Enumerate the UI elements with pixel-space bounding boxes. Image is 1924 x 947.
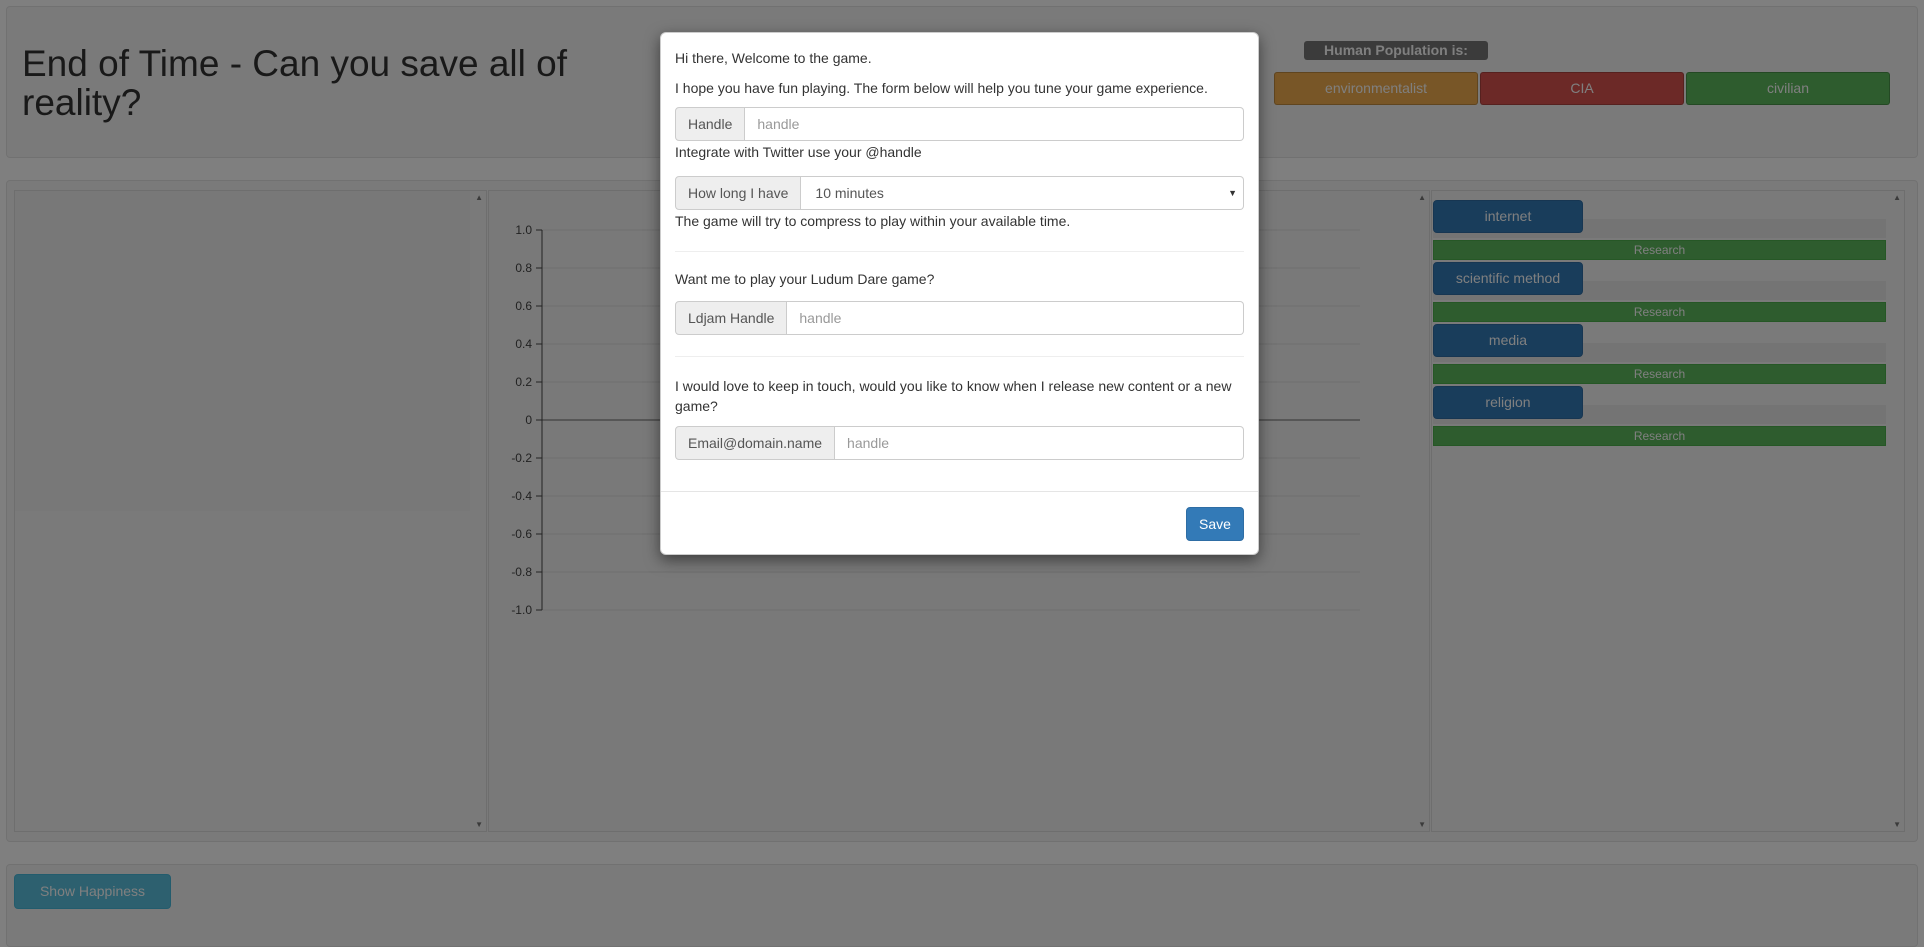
time-input-group: How long I have 10 minutes ▼ bbox=[675, 176, 1244, 210]
settings-modal: Hi there, Welcome to the game. I hope yo… bbox=[660, 32, 1259, 555]
ldjam-question-text: Want me to play your Ludum Dare game? bbox=[675, 271, 935, 287]
handle-input[interactable] bbox=[745, 107, 1244, 141]
ldjam-input-group: Ldjam Handle bbox=[675, 301, 1244, 335]
time-select[interactable]: 10 minutes ▼ bbox=[801, 176, 1244, 210]
ldjam-handle-input[interactable] bbox=[787, 301, 1244, 335]
divider bbox=[675, 251, 1244, 252]
handle-help-text: Integrate with Twitter use your @handle bbox=[675, 144, 922, 160]
divider bbox=[675, 356, 1244, 357]
time-addon: How long I have bbox=[675, 176, 802, 210]
email-input[interactable] bbox=[835, 426, 1244, 460]
time-help-text: The game will try to compress to play wi… bbox=[675, 213, 1071, 229]
save-button[interactable]: Save bbox=[1186, 507, 1244, 541]
modal-footer-divider bbox=[661, 491, 1258, 492]
intro-text: I hope you have fun playing. The form be… bbox=[675, 80, 1208, 96]
keep-in-touch-text: I would love to keep in touch, would you… bbox=[675, 378, 1232, 414]
handle-addon: Handle bbox=[675, 107, 746, 141]
welcome-text: Hi there, Welcome to the game. bbox=[675, 50, 872, 66]
email-addon: Email@domain.name bbox=[675, 426, 836, 460]
time-select-value: 10 minutes bbox=[815, 185, 884, 201]
chevron-down-icon: ▼ bbox=[1228, 188, 1237, 198]
handle-input-group: Handle bbox=[675, 107, 1244, 141]
ldjam-addon: Ldjam Handle bbox=[675, 301, 788, 335]
email-input-group: Email@domain.name bbox=[675, 426, 1244, 460]
